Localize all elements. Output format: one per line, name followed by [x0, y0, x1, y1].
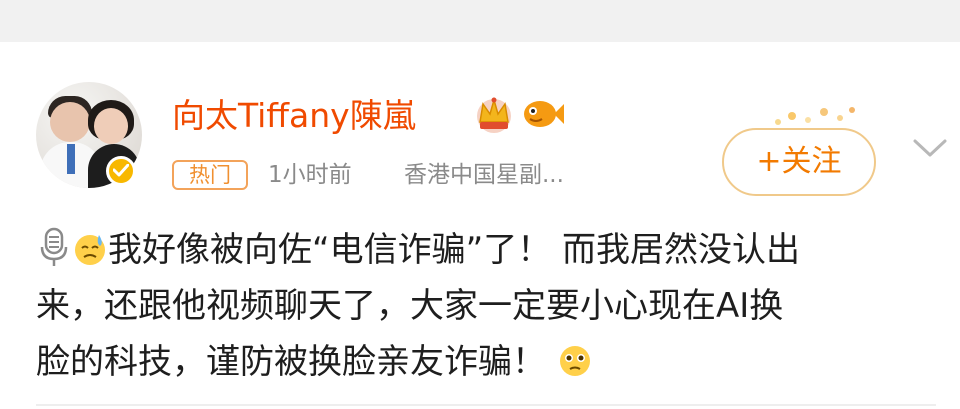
post-time: 1小时前 [268, 162, 352, 188]
chevron-down-icon[interactable] [912, 138, 948, 158]
post-text-line-1: 我好像被向佐“电信诈骗”了！ 而我居然没认出 [108, 230, 801, 270]
pleading-emoji-icon [559, 346, 590, 376]
post-text-line-2: 来，还跟他视频聊天了，大家一定要小心现在AI换 [36, 286, 784, 326]
post-content: 我好像被向佐“电信诈骗”了！ 而我居然没认出 来，还跟他视频聊天了，大家一定要小… [36, 222, 936, 390]
verified-badge-icon [106, 156, 136, 186]
post-line-2: 来，还跟他视频聊天了，大家一定要小心现在AI换 [36, 278, 936, 334]
post-source: 香港中国星副... [404, 162, 564, 188]
sparkle-decoration-icon [775, 107, 855, 125]
post-line-3: 脸的科技，谨防被换脸亲友诈骗！ [36, 334, 936, 390]
divider [36, 404, 936, 406]
post-line-1: 我好像被向佐“电信诈骗”了！ 而我居然没认出 [36, 222, 936, 278]
fish-icon [524, 101, 564, 127]
sweat-emoji-icon [75, 235, 105, 265]
microphone-icon [40, 227, 68, 266]
post-text-line-3: 脸的科技，谨防被换脸亲友诈骗！ [36, 342, 546, 382]
hot-badge[interactable]: 热门 [172, 160, 248, 190]
crown-icon [477, 97, 511, 133]
top-gap [0, 0, 960, 42]
author-name[interactable]: 向太Tiffany陳嵐 [172, 96, 416, 136]
follow-button[interactable]: +关注 [722, 128, 876, 196]
